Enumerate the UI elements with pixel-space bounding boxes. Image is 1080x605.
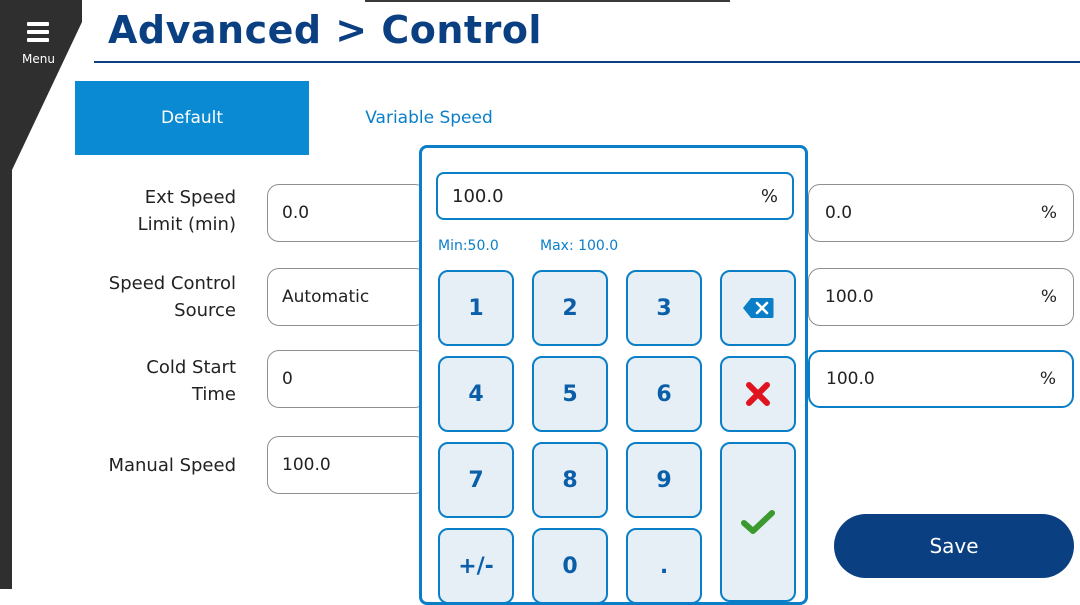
cold-start-time-label: Cold Start Time [146, 357, 236, 405]
keypad-display[interactable]: 100.0 % [436, 172, 794, 220]
cold-start-time-right-field[interactable]: 100.0 % [808, 350, 1074, 408]
title-underline [94, 61, 1080, 63]
checkmark-icon [741, 510, 775, 534]
hamburger-icon [27, 22, 49, 26]
speed-control-source-label: Speed Control Source [108, 273, 236, 321]
key-2[interactable]: 2 [532, 270, 608, 346]
menu-label: Menu [22, 52, 55, 66]
cancel-x-icon [746, 382, 770, 406]
save-button[interactable]: Save [834, 514, 1074, 578]
speed-control-source-field[interactable]: Automatic [267, 268, 427, 326]
numeric-keypad: 100.0 % Min:50.0 Max: 100.0 1 2 3 4 5 6 … [419, 145, 808, 605]
unit-label: % [1040, 287, 1057, 307]
top-divider [365, 0, 730, 2]
backspace-key[interactable] [720, 270, 796, 346]
ext-speed-limit-max-field[interactable]: 0.0 % [808, 184, 1074, 242]
key-1[interactable]: 1 [438, 270, 514, 346]
key-7[interactable]: 7 [438, 442, 514, 518]
key-plus-minus[interactable]: +/- [438, 528, 514, 604]
cold-start-time-field[interactable]: 0 [267, 350, 427, 408]
manual-speed-label: Manual Speed [108, 455, 236, 476]
unit-label: % [1040, 203, 1057, 223]
tab-variable-speed[interactable]: Variable Speed [309, 81, 549, 155]
key-3[interactable]: 3 [626, 270, 702, 346]
manual-speed-field[interactable]: 100.0 [267, 436, 427, 494]
ext-speed-limit-label: Ext Speed Limit (min) [137, 187, 236, 235]
keypad-unit: % [760, 185, 778, 207]
key-5[interactable]: 5 [532, 356, 608, 432]
key-9[interactable]: 9 [626, 442, 702, 518]
key-8[interactable]: 8 [532, 442, 608, 518]
keypad-max-label: Max: 100.0 [540, 238, 619, 254]
key-4[interactable]: 4 [438, 356, 514, 432]
unit-label: % [1039, 369, 1056, 389]
ext-speed-limit-field[interactable]: 0.0 [267, 184, 427, 242]
page-title: Advanced > Control [108, 8, 542, 52]
key-decimal[interactable]: . [626, 528, 702, 604]
key-0[interactable]: 0 [532, 528, 608, 604]
speed-control-source-right-field[interactable]: 100.0 % [808, 268, 1074, 326]
key-6[interactable]: 6 [626, 356, 702, 432]
keypad-min-label: Min:50.0 [438, 238, 499, 254]
enter-key[interactable] [720, 442, 796, 602]
menu-button[interactable]: Menu [18, 16, 74, 74]
cancel-key[interactable] [720, 356, 796, 432]
tab-default[interactable]: Default [75, 81, 309, 155]
backspace-icon [743, 298, 774, 318]
